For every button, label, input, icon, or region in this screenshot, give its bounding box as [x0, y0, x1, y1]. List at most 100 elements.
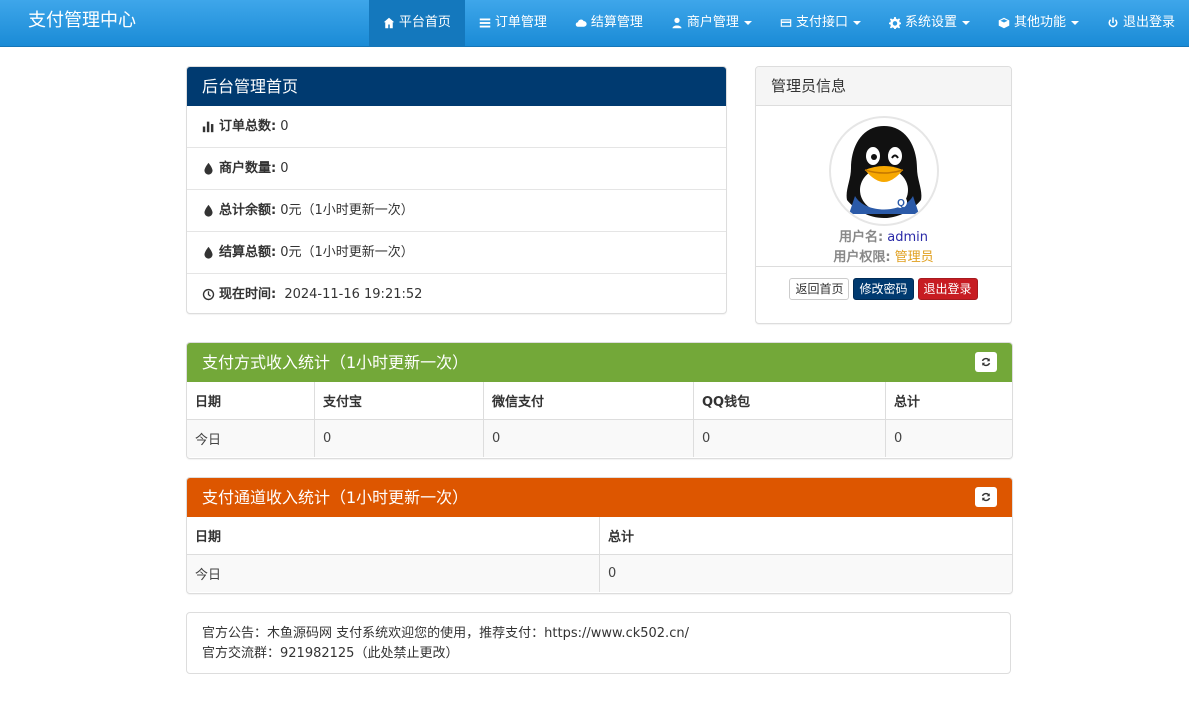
table-cell: 0 — [885, 419, 1012, 457]
list-item-order-count: 订单总数: 0 — [187, 106, 726, 147]
stat-label: 结算总额: — [219, 245, 277, 260]
table-row: 今日 0 — [187, 554, 1012, 592]
nav-item-label: 平台首页 — [398, 15, 451, 30]
list-icon — [479, 18, 491, 28]
stat-label: 订单总数: — [219, 119, 277, 134]
panel-heading: 支付通道收入统计（1小时更新一次） — [187, 478, 1012, 517]
nav-item-home[interactable]: 平台首页 — [368, 0, 465, 46]
table-header: 总计 — [599, 517, 1012, 555]
drop-icon — [204, 162, 213, 175]
table-cell: 0 — [599, 554, 1012, 592]
table-header: 日期 — [187, 382, 315, 420]
nav-item-merchants[interactable]: 商户管理 — [657, 0, 766, 46]
list-item-total-balance: 总计余额: 0元（1小时更新一次） — [187, 189, 726, 231]
nav-item-label: 订单管理 — [494, 15, 547, 30]
stat-label: 总计余额: — [219, 203, 277, 218]
list-item-settlement-total: 结算总额: 0元（1小时更新一次） — [187, 231, 726, 273]
stat-value: 0 — [280, 161, 289, 176]
refresh-button[interactable] — [975, 487, 997, 507]
avatar: Q — [828, 116, 939, 226]
stat-value: 0元（1小时更新一次） — [280, 245, 414, 260]
caret-down-icon — [743, 21, 752, 25]
power-icon — [1108, 17, 1118, 28]
brand-title[interactable]: 支付管理中心 — [28, 0, 136, 46]
nav-item-system-settings[interactable]: 系统设置 — [875, 0, 984, 46]
nav-item-payment-api[interactable]: 支付接口 — [766, 0, 875, 46]
logout-button[interactable]: 退出登录 — [917, 278, 978, 300]
dashboard-panel: 后台管理首页 订单总数: 0 商户数量: 0 总计余额: 0元（1小时更新一次）… — [186, 66, 727, 314]
admin-actions: 返回首页 修改密码 退出登录 — [756, 266, 1011, 311]
payment-channel-table: 日期 总计 今日 0 — [187, 517, 1012, 592]
panel-title: 管理员信息 — [756, 67, 1011, 106]
caret-down-icon — [961, 21, 970, 25]
nav-item-label: 其他功能 — [1013, 15, 1066, 30]
nav-item-settlement[interactable]: 结算管理 — [561, 0, 657, 46]
drop-icon — [204, 246, 213, 259]
nav-item-label: 退出登录 — [1122, 15, 1175, 30]
table-header-row: 日期 支付宝 微信支付 QQ钱包 总计 — [187, 382, 1012, 420]
official-notice: 官方公告：木鱼源码网 支付系统欢迎您的使用，推荐支付：https://www.c… — [186, 612, 1011, 674]
panel-title: 后台管理首页 — [187, 67, 726, 106]
refresh-icon — [981, 357, 991, 367]
payment-channel-stats-panel: 支付通道收入统计（1小时更新一次） 日期 总计 今日 0 — [186, 477, 1013, 594]
stat-value: 0元（1小时更新一次） — [280, 203, 414, 218]
list-item-merchant-count: 商户数量: 0 — [187, 147, 726, 189]
bar-chart-icon — [202, 121, 214, 133]
top-navbar: 支付管理中心 平台首页 订单管理 结算管理 商户管理 支付接口 系统设置 其他功… — [0, 0, 1189, 47]
svg-text:Q: Q — [897, 198, 905, 209]
refresh-icon — [981, 492, 991, 502]
nav-item-other-functions[interactable]: 其他功能 — [984, 0, 1093, 46]
username-label: 用户名: — [838, 230, 884, 245]
change-password-button[interactable]: 修改密码 — [853, 278, 914, 300]
notice-line: 官方交流群：921982125（此处禁止更改） — [202, 646, 459, 661]
table-header: QQ钱包 — [693, 382, 886, 420]
table-cell: 今日 — [187, 554, 600, 592]
back-home-button[interactable]: 返回首页 — [789, 278, 850, 300]
refresh-button[interactable] — [975, 352, 997, 372]
table-cell: 0 — [483, 419, 694, 457]
notice-line: 官方公告：木鱼源码网 支付系统欢迎您的使用，推荐支付：https://www.c… — [202, 626, 689, 641]
username-value: admin — [887, 230, 929, 245]
nav-item-label: 支付接口 — [795, 15, 848, 30]
stat-label: 商户数量: — [219, 161, 277, 176]
caret-down-icon — [852, 21, 861, 25]
stat-label: 现在时间: — [219, 287, 277, 302]
role-value: 管理员 — [894, 250, 934, 265]
nav-item-label: 系统设置 — [904, 15, 957, 30]
table-header: 总计 — [885, 382, 1012, 420]
admin-body: Q 用户名: admin 用户权限: 管理员 — [756, 106, 1011, 266]
admin-info-panel: 管理员信息 Q 用户名: admin 用户权限: 管理员 返回首页 修改密码 退… — [755, 66, 1012, 324]
table-cell: 今日 — [187, 419, 315, 457]
list-item-current-time: 现在时间: 2024-11-16 19:21:52 — [187, 273, 726, 313]
panel-title: 支付方式收入统计（1小时更新一次） — [202, 353, 469, 372]
cube-icon — [998, 17, 1010, 29]
role-line: 用户权限: 管理员 — [756, 248, 1011, 268]
nav-item-label: 商户管理 — [686, 15, 739, 30]
caret-down-icon — [1070, 21, 1079, 25]
nav-item-label: 结算管理 — [590, 15, 643, 30]
table-header: 微信支付 — [483, 382, 694, 420]
user-icon — [672, 17, 682, 29]
payment-method-stats-panel: 支付方式收入统计（1小时更新一次） 日期 支付宝 微信支付 QQ钱包 总计 今日… — [186, 342, 1013, 459]
stats-list: 订单总数: 0 商户数量: 0 总计余额: 0元（1小时更新一次） 结算总额: … — [187, 106, 726, 313]
credit-card-icon — [780, 19, 792, 27]
drop-icon — [204, 204, 213, 217]
username-line: 用户名: admin — [756, 228, 1011, 248]
nav-item-logout[interactable]: 退出登录 — [1093, 0, 1189, 46]
cloud-icon — [575, 19, 587, 27]
stat-value: 2024-11-16 19:21:52 — [280, 287, 423, 302]
role-label: 用户权限: — [833, 250, 891, 265]
table-cell: 0 — [693, 419, 886, 457]
penguin-avatar-icon: Q — [833, 121, 934, 221]
panel-heading: 支付方式收入统计（1小时更新一次） — [187, 343, 1012, 382]
home-icon — [383, 17, 395, 29]
panel-title: 支付通道收入统计（1小时更新一次） — [202, 488, 469, 507]
payment-method-table: 日期 支付宝 微信支付 QQ钱包 总计 今日 0 0 0 0 — [187, 382, 1012, 457]
gear-icon — [888, 17, 901, 29]
clock-icon — [202, 288, 215, 301]
table-cell: 0 — [314, 419, 484, 457]
table-header: 支付宝 — [314, 382, 484, 420]
nav-item-orders[interactable]: 订单管理 — [465, 0, 561, 46]
nav-menu: 平台首页 订单管理 结算管理 商户管理 支付接口 系统设置 其他功能 退出登录 — [368, 0, 1189, 46]
table-row: 今日 0 0 0 0 — [187, 419, 1012, 457]
